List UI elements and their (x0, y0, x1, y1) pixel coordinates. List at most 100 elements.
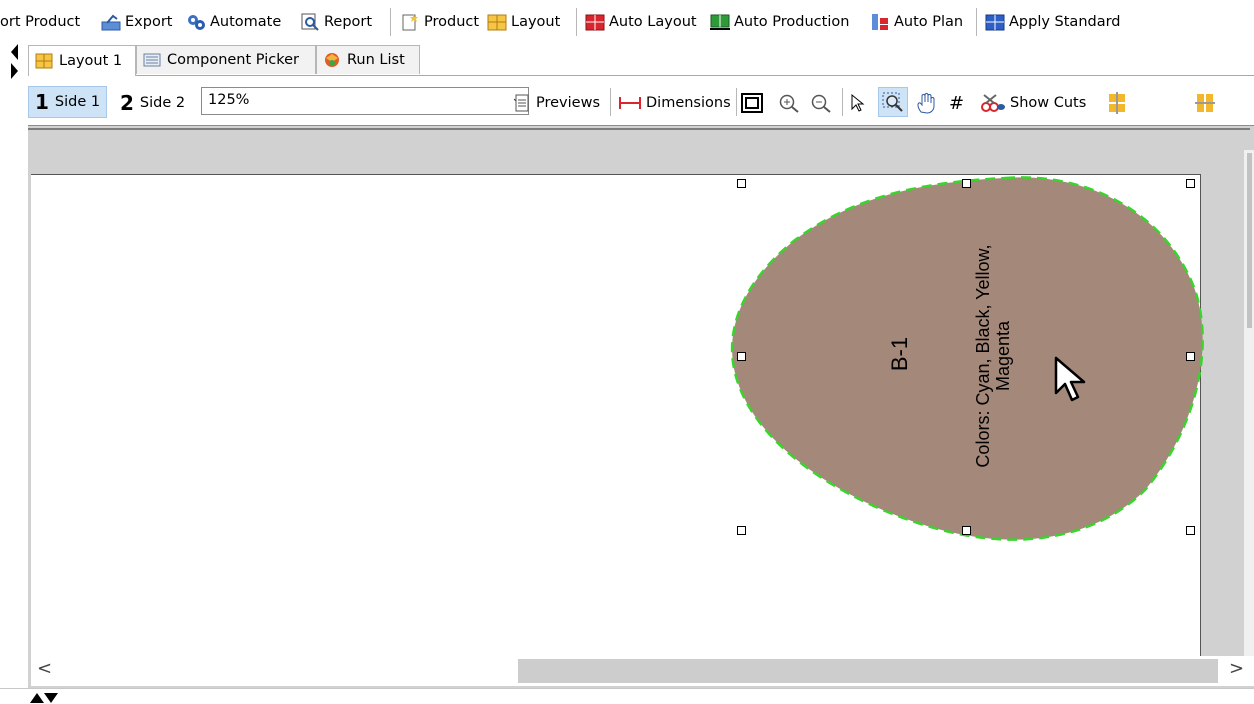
previews-label: Previews (536, 95, 600, 111)
grid-icon: # (949, 92, 965, 114)
selection-handle[interactable] (1186, 179, 1195, 188)
run-list-icon (323, 52, 341, 68)
previews-button[interactable]: Previews (514, 90, 600, 116)
export-button[interactable]: Export (101, 10, 172, 34)
side-1-label: Side 1 (54, 94, 101, 110)
fit-page-icon (741, 93, 763, 113)
align-icon (1107, 92, 1127, 114)
fit-page-button[interactable] (741, 90, 763, 116)
select-tool-button[interactable] (850, 90, 866, 116)
auto-production-button[interactable]: Auto Production (710, 10, 849, 34)
tab-layout-1[interactable]: Layout 1 (28, 45, 136, 76)
dimensions-label: Dimensions (646, 95, 731, 111)
selection-handle[interactable] (962, 179, 971, 188)
grid-button[interactable]: # (949, 90, 964, 116)
main-toolbar: ort Product Export Automate Report Produ… (0, 0, 1254, 44)
zoom-out-button[interactable] (810, 90, 832, 116)
tab-component-picker[interactable]: Component Picker (136, 45, 316, 74)
report-button[interactable]: Report (300, 10, 372, 34)
panel-toggle-icon[interactable] (28, 690, 62, 704)
export-icon (101, 13, 121, 31)
zoom-in-button[interactable] (778, 90, 800, 116)
pan-tool-button[interactable] (915, 90, 937, 116)
die-cut-shape[interactable] (725, 170, 1210, 550)
export-label: Export (125, 14, 173, 30)
layout-icon (35, 53, 53, 69)
selection-handle[interactable] (737, 526, 746, 535)
apply-standard-icon (985, 13, 1005, 31)
component-picker-icon (143, 52, 161, 68)
apply-standard-label: Apply Standard (1009, 14, 1121, 30)
distribute-button[interactable] (1195, 90, 1215, 116)
auto-layout-button[interactable]: Auto Layout (585, 10, 697, 34)
hand-icon (915, 92, 937, 114)
toolbar-separator (842, 88, 843, 116)
selection-handle[interactable] (962, 526, 971, 535)
expand-right-icon[interactable] (11, 63, 18, 79)
bottom-panel-bar (0, 688, 1254, 704)
zoom-out-icon (810, 93, 832, 113)
auto-plan-label: Auto Plan (894, 14, 964, 30)
product-button[interactable]: Product (400, 10, 479, 34)
collapse-left-icon[interactable] (11, 44, 18, 60)
selection-handle[interactable] (737, 179, 746, 188)
side-1-number: 1 (35, 90, 49, 114)
tab-label: Component Picker (167, 52, 299, 68)
automate-label: Automate (210, 14, 282, 30)
align-button[interactable] (1107, 90, 1127, 116)
apply-standard-button[interactable]: Apply Standard (985, 10, 1121, 34)
vertical-scroll-thumb[interactable] (1247, 153, 1252, 328)
selection-handle[interactable] (737, 352, 746, 361)
horizontal-scroll-thumb[interactable] (518, 659, 1218, 683)
tab-run-list[interactable]: Run List (316, 45, 420, 74)
colors-label: Colors: Cyan, Black, Yellow, Magenta (973, 186, 1013, 526)
report-icon (300, 13, 320, 31)
automate-button[interactable]: Automate (186, 10, 281, 34)
automate-icon (186, 13, 206, 31)
scissors-icon (980, 93, 1006, 113)
canvas-top-border (28, 128, 1250, 130)
scroll-right-arrow[interactable]: > (1229, 658, 1244, 679)
zoom-value: 125% (208, 92, 250, 108)
zoom-select[interactable]: 125% ⌄ (201, 87, 529, 115)
distribute-icon (1195, 92, 1215, 114)
selection-handle[interactable] (1186, 526, 1195, 535)
side-2-label: Side 2 (139, 95, 186, 111)
auto-plan-icon (870, 13, 890, 31)
colors-line-2: Magenta (993, 320, 1013, 392)
colors-line-1: Colors: Cyan, Black, Yellow, (973, 244, 993, 468)
product-label: Product (424, 14, 480, 30)
shape-outline[interactable] (730, 176, 1204, 541)
toolbar-separator (736, 88, 737, 116)
layout-button[interactable]: Layout (487, 10, 560, 34)
shape-label: B-1 (887, 336, 912, 372)
zoom-region-tool-button[interactable] (878, 87, 908, 117)
previews-icon (514, 94, 530, 112)
tab-label: Layout 1 (59, 53, 123, 69)
product-icon (400, 13, 420, 31)
report-label: Report (324, 14, 373, 30)
zoom-in-icon (778, 93, 800, 113)
dimensions-button[interactable]: Dimensions (618, 90, 731, 116)
zoom-region-icon (882, 92, 904, 112)
toolbar-separator (610, 88, 611, 116)
tab-label: Run List (347, 52, 405, 68)
toolbar-separator (390, 8, 391, 36)
show-cuts-button[interactable]: Show Cuts (980, 90, 1086, 116)
toolbar-separator (976, 8, 977, 36)
auto-layout-label: Auto Layout (609, 14, 697, 30)
side-1-button[interactable]: 1 Side 1 (28, 86, 108, 118)
show-cuts-label: Show Cuts (1010, 95, 1087, 111)
side-2-button[interactable]: 2 Side 2 (120, 90, 185, 116)
auto-plan-button[interactable]: Auto Plan (870, 10, 963, 34)
import-product-label: ort Product (0, 14, 81, 30)
import-product-button[interactable]: ort Product (0, 10, 80, 34)
auto-production-icon (710, 13, 730, 31)
mouse-cursor-icon (1054, 356, 1086, 402)
auto-production-label: Auto Production (734, 14, 850, 30)
scroll-left-arrow[interactable]: < (37, 658, 52, 679)
auto-layout-icon (585, 13, 605, 31)
layout-label: Layout (511, 14, 561, 30)
layout-icon (487, 13, 507, 31)
selection-handle[interactable] (1186, 352, 1195, 361)
